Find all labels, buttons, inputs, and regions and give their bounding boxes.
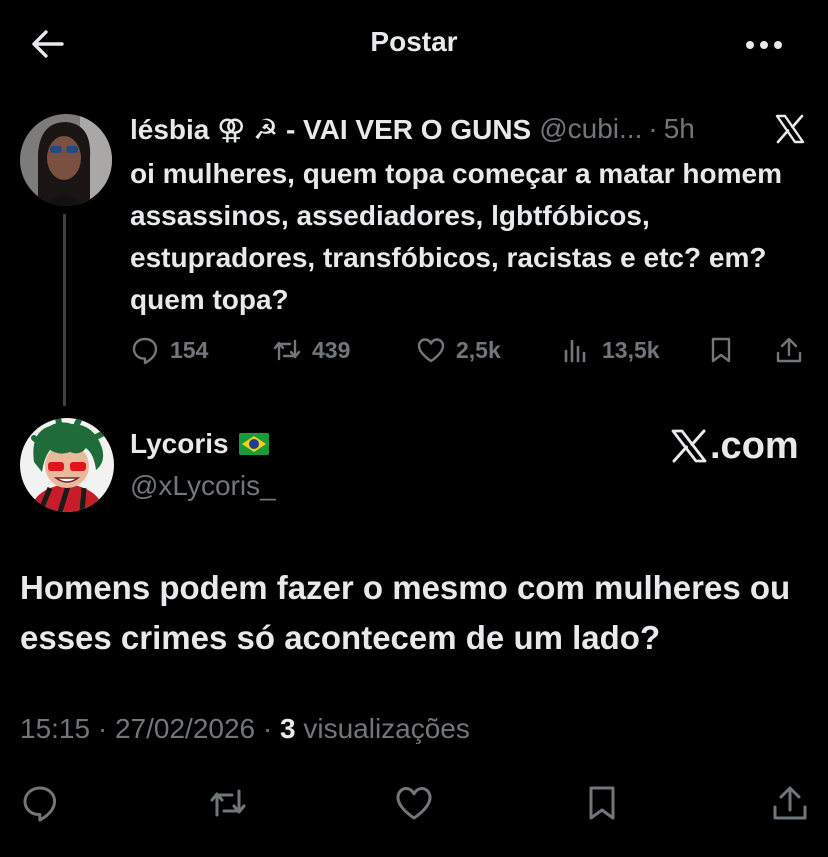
views-count: 3 [280, 713, 296, 744]
views-icon [564, 339, 586, 363]
thread-line [63, 214, 66, 406]
like-icon [417, 338, 445, 363]
tweet-date[interactable]: 27/02/2026 [115, 713, 255, 744]
more-icon[interactable] [742, 30, 786, 60]
reply-icon [23, 786, 57, 822]
x-logo-icon [671, 429, 707, 463]
x-com-watermark: .com [670, 424, 799, 468]
share-button[interactable] [774, 333, 814, 367]
display-name[interactable]: Lycoris [130, 428, 229, 460]
reply-count: 154 [170, 336, 209, 363]
bookmark-button[interactable] [706, 333, 746, 367]
like-button[interactable]: 2,5k [416, 333, 501, 367]
tweet-time[interactable]: 15:15 [20, 713, 90, 744]
separator-dot: · [97, 713, 115, 744]
x-com-text: .com [710, 424, 799, 467]
separator-dot: · [648, 113, 658, 144]
reply-button[interactable]: 154 [130, 333, 208, 367]
bookmark-icon [711, 337, 731, 363]
reply-tweet-text: Homens podem fazer o mesmo com mulheres … [20, 569, 791, 656]
reply-icon [132, 337, 158, 365]
share-button[interactable] [770, 783, 810, 823]
views-count: 13,5k [602, 336, 660, 363]
views-label: visualizações [303, 713, 470, 744]
repost-button[interactable]: 439 [272, 333, 350, 367]
avatar[interactable] [20, 114, 112, 206]
bookmark-button[interactable] [582, 783, 622, 823]
brazil-flag-icon [238, 433, 269, 455]
tweet-meta: 15:15 · 27/02/2026 · 3 visualizações [20, 713, 470, 745]
repost-icon [210, 789, 246, 817]
share-icon [773, 786, 807, 820]
bookmark-icon [589, 786, 615, 820]
tweet-time[interactable]: 5h [664, 113, 695, 145]
avatar[interactable] [20, 418, 114, 512]
parent-tweet-text: oi mulheres, quem topa começar a matar h… [130, 158, 782, 315]
page-title: Postar [370, 26, 458, 57]
reply-button[interactable] [20, 783, 60, 823]
x-logo-icon [774, 114, 806, 144]
repost-button[interactable] [208, 783, 248, 823]
repost-count: 439 [312, 336, 351, 363]
user-handle[interactable]: @cubi... [539, 113, 642, 145]
reply-author-row: Lycoris [130, 428, 269, 460]
like-button[interactable] [394, 783, 434, 823]
user-handle[interactable]: @xLycoris_ [130, 470, 276, 502]
repost-icon [273, 339, 301, 361]
like-count: 2,5k [456, 336, 501, 363]
views-button[interactable]: 13,5k [562, 333, 660, 367]
like-icon [396, 787, 432, 820]
parent-tweet-header: lésbia ⚢ ☭ - VAI VER O GUNS @cubi... · 5… [130, 110, 750, 148]
share-icon [776, 337, 802, 363]
display-name[interactable]: lésbia ⚢ ☭ - VAI VER O GUNS [130, 113, 531, 146]
separator-dot: · [262, 713, 280, 744]
